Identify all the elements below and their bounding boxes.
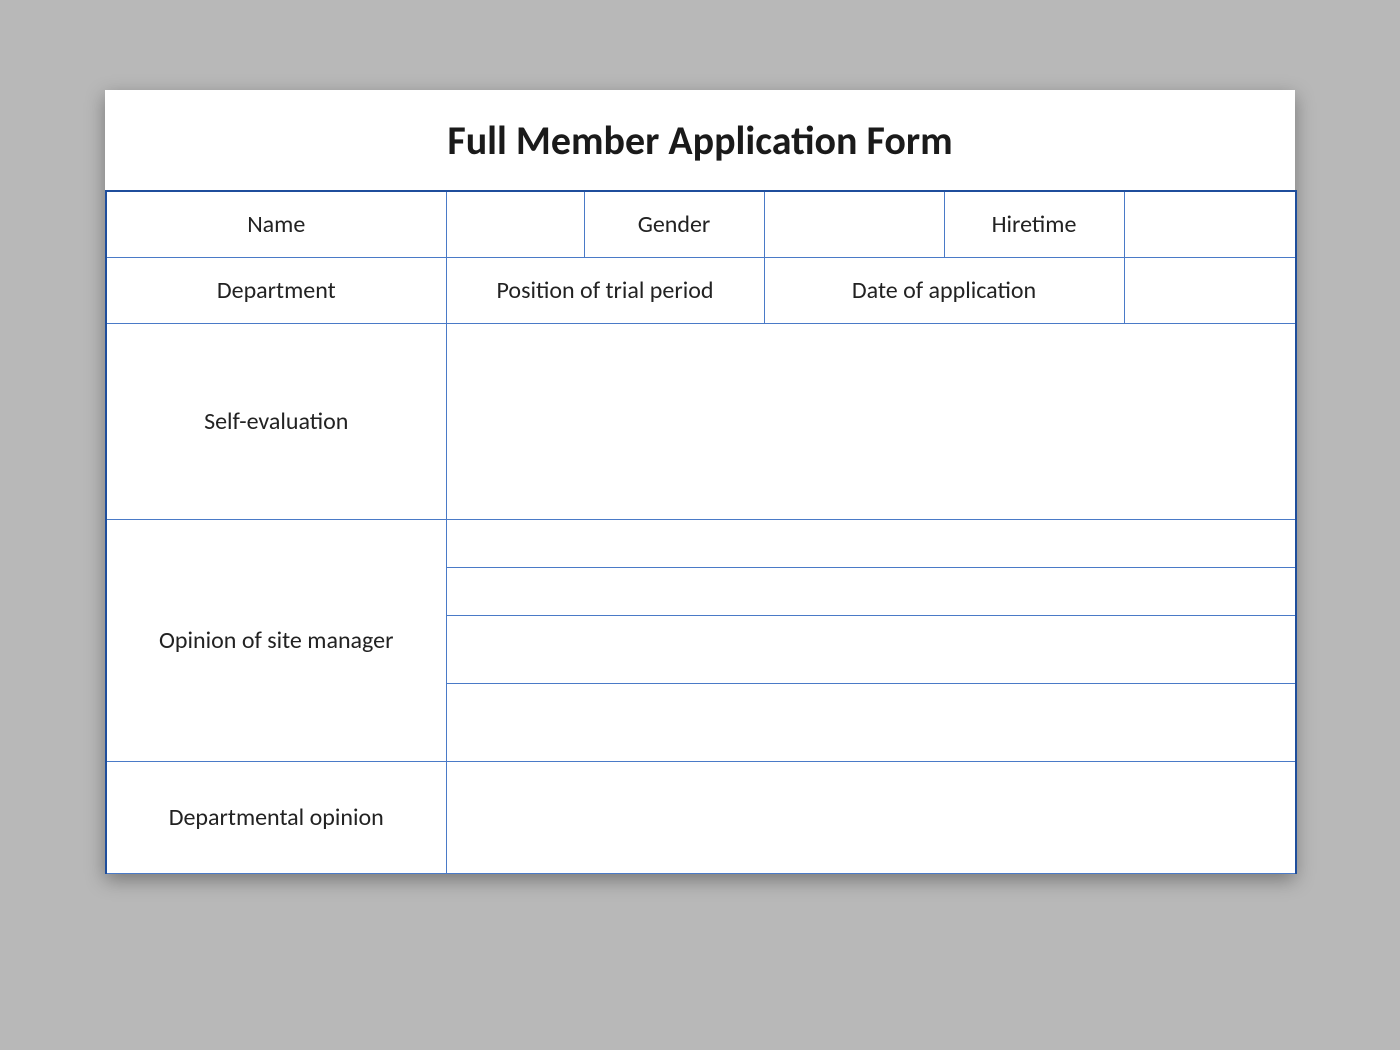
input-hiretime[interactable] — [1124, 191, 1296, 257]
input-site-manager-1[interactable] — [446, 519, 1296, 567]
label-department: Department — [106, 257, 446, 323]
label-departmental-opinion: Departmental opinion — [106, 761, 446, 873]
label-trial-period: Position of trial period — [446, 257, 764, 323]
form-table: Name Gender Hiretime Department Position… — [105, 190, 1297, 874]
row-departmental-opinion: Departmental opinion — [106, 761, 1296, 873]
input-appdate[interactable] — [1124, 257, 1296, 323]
label-name: Name — [106, 191, 446, 257]
title-area: Full Member Application Form — [105, 90, 1295, 190]
form-title: Full Member Application Form — [447, 116, 952, 165]
row-department-trial-appdate: Department Position of trial period Date… — [106, 257, 1296, 323]
row-site-manager-1: Opinion of site manager — [106, 519, 1296, 567]
input-site-manager-3[interactable] — [446, 615, 1296, 683]
input-site-manager-2[interactable] — [446, 567, 1296, 615]
input-gender[interactable] — [764, 191, 944, 257]
label-gender: Gender — [584, 191, 764, 257]
label-self-evaluation: Self-evaluation — [106, 323, 446, 519]
form-sheet: Full Member Application Form Name Gender… — [105, 90, 1295, 874]
label-date-of-application: Date of application — [764, 257, 1124, 323]
label-hiretime: Hiretime — [944, 191, 1124, 257]
label-site-manager: Opinion of site manager — [106, 519, 446, 761]
input-self-evaluation[interactable] — [446, 323, 1296, 519]
row-self-evaluation: Self-evaluation — [106, 323, 1296, 519]
row-name-gender-hiretime: Name Gender Hiretime — [106, 191, 1296, 257]
input-site-manager-4[interactable] — [446, 683, 1296, 761]
input-departmental-opinion[interactable] — [446, 761, 1296, 873]
input-name[interactable] — [446, 191, 584, 257]
